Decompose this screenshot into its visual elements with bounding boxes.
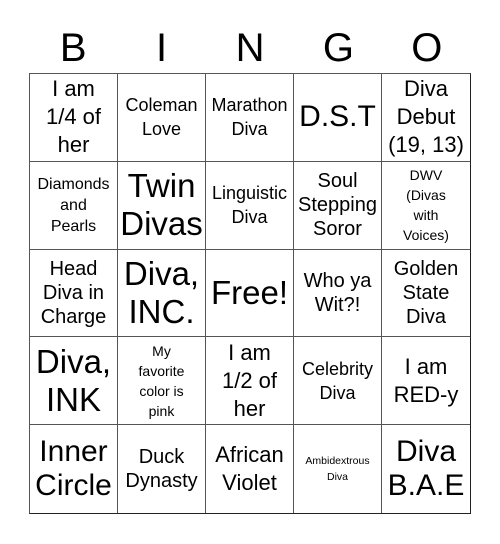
header-letter-i: I — [156, 26, 168, 70]
bingo-cell-label: Free! — [210, 273, 289, 311]
bingo-cell[interactable]: Diamonds and Pearls — [30, 161, 118, 250]
bingo-cell[interactable]: D.S.T — [294, 74, 382, 162]
bingo-cell-label: Inner Circle — [35, 435, 112, 503]
bingo-cell-label: Diva, INC. — [123, 254, 200, 330]
bingo-cell-label: Duck Dynasty — [125, 446, 198, 493]
bingo-cell[interactable]: Linguistic Diva — [206, 161, 294, 250]
bingo-cell[interactable]: Diva B.A.E — [382, 425, 470, 513]
bingo-cell[interactable]: Diva, INC. — [118, 249, 206, 338]
bingo-cell[interactable]: Celebrity Diva — [294, 337, 382, 426]
bingo-cell[interactable]: Who ya Wit?! — [294, 249, 382, 338]
bingo-cell-label: DWV (Divas with Voices) — [403, 167, 449, 244]
bingo-cell[interactable]: Soul Stepping Soror — [294, 161, 382, 250]
bingo-cell-label: I am 1/4 of her — [45, 76, 102, 158]
bingo-cell-label: Celebrity Diva — [301, 358, 374, 403]
bingo-cell-label: Marathon Diva — [211, 95, 288, 140]
bingo-cell-label: Diva Debut (19, 13) — [388, 76, 464, 158]
bingo-cell-label: Diva B.A.E — [387, 435, 465, 503]
bingo-cell-label: Ambidextrous Diva — [305, 455, 370, 484]
bingo-cell[interactable]: African Violet — [206, 425, 294, 513]
bingo-cell-label: D.S.T — [299, 100, 376, 134]
bingo-cell-label: Diamonds and Pearls — [37, 175, 110, 235]
bingo-cell-label: I am 1/2 of her — [221, 339, 278, 421]
bingo-cell[interactable]: Duck Dynasty — [118, 425, 206, 513]
bingo-cell-label: Linguistic Diva — [211, 183, 288, 228]
bingo-cell[interactable]: Twin Divas — [118, 161, 206, 250]
bingo-grid: I am 1/4 of her Coleman Love Marathon Diva… — [29, 73, 471, 514]
bingo-cell[interactable]: I am 1/2 of her — [206, 337, 294, 426]
bingo-cell[interactable]: Diva Debut (19, 13) — [382, 74, 470, 162]
bingo-cell[interactable]: Inner Circle — [30, 425, 118, 513]
bingo-cell-label: Diva, INK — [35, 342, 112, 418]
bingo-cell[interactable]: Ambidextrous Diva — [294, 425, 382, 513]
bingo-header: B I N G O — [29, 24, 471, 72]
bingo-cell-label: My favorite color is pink — [138, 342, 185, 419]
bingo-cell[interactable]: Diva, INK — [30, 337, 118, 426]
bingo-cell[interactable]: Head Diva in Charge — [30, 249, 118, 338]
bingo-cell[interactable]: Coleman Love — [118, 74, 206, 162]
bingo-cell-label: Head Diva in Charge — [40, 257, 107, 328]
bingo-cell-label: African Violet — [215, 442, 284, 496]
header-letter-n: N — [235, 26, 265, 70]
bingo-cell[interactable]: Golden State Diva — [382, 250, 470, 338]
bingo-cell-label: I am RED-y — [393, 353, 459, 407]
bingo-cell-label: Soul Stepping Soror — [298, 170, 377, 241]
bingo-cell-label: Who ya Wit?! — [303, 269, 372, 316]
bingo-cell[interactable]: DWV (Divas with Voices) — [382, 162, 470, 250]
header-letter-g: G — [322, 26, 354, 70]
bingo-cell[interactable]: My favorite color is pink — [118, 337, 206, 426]
bingo-cell[interactable]: I am 1/4 of her — [30, 74, 118, 162]
header-letter-o: O — [411, 26, 443, 70]
bingo-cell-label: Coleman Love — [125, 95, 198, 140]
bingo-cell[interactable]: I am RED-y — [382, 337, 470, 426]
bingo-cell-label: Twin Divas — [120, 167, 203, 243]
free-space-cell[interactable]: Free! — [206, 249, 294, 338]
bingo-cell-label: Golden State Diva — [393, 257, 459, 328]
header-letter-b: B — [59, 26, 87, 70]
bingo-cell[interactable]: Marathon Diva — [206, 74, 294, 162]
